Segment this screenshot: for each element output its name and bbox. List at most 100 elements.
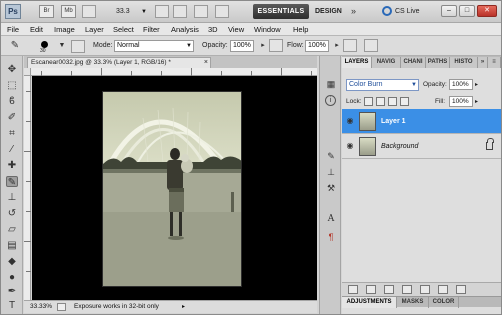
vertical-ruler[interactable] xyxy=(24,76,31,300)
menu-view[interactable]: View xyxy=(228,24,244,35)
layers-panel-icon[interactable]: ▦ xyxy=(325,79,337,90)
visibility-eye-icon[interactable]: ◉ xyxy=(345,141,355,151)
arrange-documents-button[interactable] xyxy=(194,5,208,18)
healing-icon[interactable]: ✚ xyxy=(6,160,18,171)
mini-bridge-button[interactable]: Mb xyxy=(61,5,76,18)
menu-select[interactable]: Select xyxy=(113,24,134,35)
pressure-size-button[interactable] xyxy=(364,39,378,52)
info-icon[interactable]: i xyxy=(325,95,336,106)
dodge-icon[interactable]: ● xyxy=(6,272,18,283)
trash-icon[interactable] xyxy=(456,285,466,294)
panel-menu-icon[interactable]: ≡ xyxy=(488,57,501,68)
gradient-icon[interactable]: ▤ xyxy=(6,240,18,251)
adjustment-layer-icon[interactable] xyxy=(402,285,412,294)
link-layers-icon[interactable] xyxy=(348,285,358,294)
brush-preview-icon[interactable] xyxy=(41,41,48,48)
tab-history[interactable]: HISTO xyxy=(450,57,478,68)
menu-3d[interactable]: 3D xyxy=(208,24,218,35)
crop-icon[interactable]: ⌗ xyxy=(6,128,18,139)
restore-button[interactable]: □ xyxy=(459,5,475,17)
tab-masks[interactable]: MASKS xyxy=(397,297,429,308)
document-tab[interactable]: Escanear0032.jpg @ 33.3% (Layer 1, RGB/1… xyxy=(27,57,211,68)
new-group-icon[interactable] xyxy=(420,285,430,294)
eyedropper-icon[interactable]: ⁄ xyxy=(6,144,18,155)
menu-edit[interactable]: Edit xyxy=(30,24,43,35)
clone-source-icon[interactable]: ⊥ xyxy=(325,167,337,178)
paragraph-icon[interactable]: ¶ xyxy=(325,232,337,243)
more-tabs-icon[interactable]: » xyxy=(478,57,488,68)
close-button[interactable]: ✕ xyxy=(477,5,497,17)
blur-icon[interactable]: ◆ xyxy=(6,256,18,267)
tab-navigator[interactable]: NAVIG xyxy=(372,57,401,68)
marquee-icon[interactable]: ⬚ xyxy=(6,80,18,91)
menu-file[interactable]: File xyxy=(7,24,19,35)
quick-select-icon[interactable]: ✐ xyxy=(6,112,18,123)
mode-dropdown[interactable]: Normal ▼ xyxy=(114,40,194,52)
tab-adjustments[interactable]: ADJUSTMENTS xyxy=(342,297,397,308)
fill-input[interactable]: 100% xyxy=(449,96,473,107)
tab-layers[interactable]: LAYERS xyxy=(342,57,372,68)
document-canvas[interactable] xyxy=(32,76,317,300)
ruler-origin[interactable] xyxy=(24,68,31,76)
character-icon[interactable]: A xyxy=(325,214,337,225)
airbrush-button[interactable] xyxy=(343,39,357,52)
chevron-down-icon[interactable]: ▸ xyxy=(331,40,343,51)
tool-presets-icon[interactable]: ⚒ xyxy=(325,183,337,194)
menu-help[interactable]: Help xyxy=(293,24,308,35)
menu-image[interactable]: Image xyxy=(54,24,75,35)
tab-color[interactable]: COLOR xyxy=(429,297,459,308)
lock-all-icon[interactable] xyxy=(400,97,409,106)
view-extras-button[interactable] xyxy=(82,5,96,18)
opacity-input[interactable]: 100% xyxy=(230,40,254,52)
close-tab-icon[interactable]: × xyxy=(204,58,208,68)
minimize-button[interactable]: – xyxy=(441,5,457,17)
more-workspaces-button[interactable]: » xyxy=(351,4,356,19)
zoom-status[interactable]: 33.33% xyxy=(30,301,52,313)
layer-row-background[interactable]: ◉ Background xyxy=(342,134,501,159)
clone-stamp-icon[interactable]: ⊥ xyxy=(6,192,18,203)
lock-transparent-icon[interactable] xyxy=(364,97,373,106)
type-icon[interactable]: T xyxy=(6,300,18,311)
layer-thumbnail xyxy=(359,112,376,131)
menu-analysis[interactable]: Analysis xyxy=(171,24,199,35)
status-menu-icon[interactable] xyxy=(57,303,66,311)
status-arrow-icon[interactable]: ▸ xyxy=(182,301,185,313)
pen-icon[interactable]: ✒ xyxy=(6,286,18,297)
menu-layer[interactable]: Layer xyxy=(85,24,104,35)
lock-position-icon[interactable] xyxy=(388,97,397,106)
brush-panel-button[interactable] xyxy=(71,40,85,53)
layer-row-layer-1[interactable]: ◉ Layer 1 xyxy=(342,109,501,134)
screen-mode-button[interactable] xyxy=(215,5,229,18)
rotate-view-button[interactable] xyxy=(173,5,187,18)
move-icon[interactable]: ✥ xyxy=(6,64,18,75)
lock-image-icon[interactable] xyxy=(376,97,385,106)
flow-input[interactable]: 100% xyxy=(305,40,329,52)
history-brush-icon[interactable]: ↺ xyxy=(6,208,18,219)
menu-filter[interactable]: Filter xyxy=(143,24,160,35)
add-mask-icon[interactable] xyxy=(384,285,394,294)
chevron-down-icon[interactable]: ▸ xyxy=(257,40,269,51)
new-layer-icon[interactable] xyxy=(438,285,448,294)
eraser-icon[interactable]: ▱ xyxy=(6,224,18,235)
visibility-eye-icon[interactable]: ◉ xyxy=(345,116,355,126)
layer-opacity-input[interactable]: 100% xyxy=(449,79,473,90)
blend-mode-dropdown[interactable]: Color Burn ▼ xyxy=(346,79,419,91)
brush-icon[interactable]: ✎ xyxy=(6,176,18,188)
brushes-icon[interactable]: ✎ xyxy=(325,151,337,162)
layer-style-icon[interactable] xyxy=(366,285,376,294)
horizontal-ruler[interactable] xyxy=(31,68,317,76)
hand-tool-button[interactable] xyxy=(155,5,169,18)
lasso-icon[interactable]: ϐ xyxy=(6,96,18,107)
workspace-essentials-button[interactable]: ESSENTIALS xyxy=(253,4,309,19)
chevron-right-icon[interactable]: ▸ xyxy=(475,96,478,108)
pressure-opacity-button[interactable] xyxy=(269,39,283,52)
tab-paths[interactable]: PATHS xyxy=(426,57,450,68)
cs-live-button[interactable]: CS Live xyxy=(382,4,438,19)
brush-tool-preset-icon[interactable]: ✎ xyxy=(9,40,21,51)
menu-window[interactable]: Window xyxy=(254,24,281,35)
tab-channels[interactable]: CHANI xyxy=(401,57,426,68)
bridge-button[interactable]: Br xyxy=(39,5,54,18)
workspace-design-button[interactable]: DESIGN xyxy=(315,4,345,19)
chevron-right-icon[interactable]: ▸ xyxy=(475,79,478,91)
chevron-down-icon[interactable]: ▼ xyxy=(56,40,68,51)
